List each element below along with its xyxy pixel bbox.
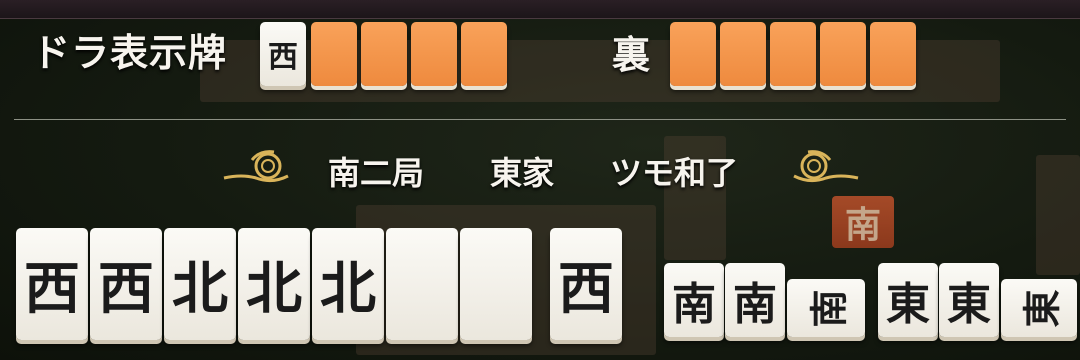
- seat-label: 東家: [490, 154, 555, 192]
- hand-tile-blank: [460, 228, 532, 340]
- ura-dora-tile-back: [770, 22, 816, 86]
- dora-tile-back: [411, 22, 457, 86]
- hand-tile: 北: [312, 228, 384, 340]
- winning-tile: 西: [550, 228, 622, 340]
- hand-tile-blank: [386, 228, 458, 340]
- dora-tile-back: [461, 22, 507, 86]
- dora-tile: 西: [260, 22, 306, 86]
- ura-dora-tile-back: [870, 22, 916, 86]
- ura-dora-tile-back: [720, 22, 766, 86]
- meld-tile-sideways-label: 東: [1019, 288, 1065, 328]
- hand-tile: 北: [238, 228, 310, 340]
- ura-dora-label: 裏: [612, 33, 651, 77]
- meld-tile: 南: [725, 263, 785, 337]
- dora-tile-back: [311, 22, 357, 86]
- ornament-right-icon: [793, 150, 859, 183]
- divider: [14, 119, 1066, 120]
- result-banner: 南二局 東家 ツモ和了: [0, 148, 1080, 192]
- ura-dora-tile-back: [820, 22, 866, 86]
- hand-tile: 西: [16, 228, 88, 340]
- round-label: 南二局: [328, 154, 425, 192]
- win-type-label: ツモ和了: [610, 154, 739, 192]
- meld-tile: 東: [939, 263, 999, 337]
- hand-tile: 西: [90, 228, 162, 340]
- dora-indicator-label: ドラ表示牌: [32, 31, 228, 75]
- meld-tile: 南: [664, 263, 724, 337]
- hand-tile: 北: [164, 228, 236, 340]
- meld-tile-sideways: 南: [787, 279, 865, 337]
- round-wind-marker: 南: [832, 196, 894, 248]
- dora-tile-back: [361, 22, 407, 86]
- ura-dora-tile-back: [670, 22, 716, 86]
- meld-tile-sideways-label: 南: [806, 288, 852, 328]
- meld-tile-sideways: 東: [1001, 279, 1077, 337]
- meld-tile: 東: [878, 263, 938, 337]
- top-bar: [0, 0, 1080, 19]
